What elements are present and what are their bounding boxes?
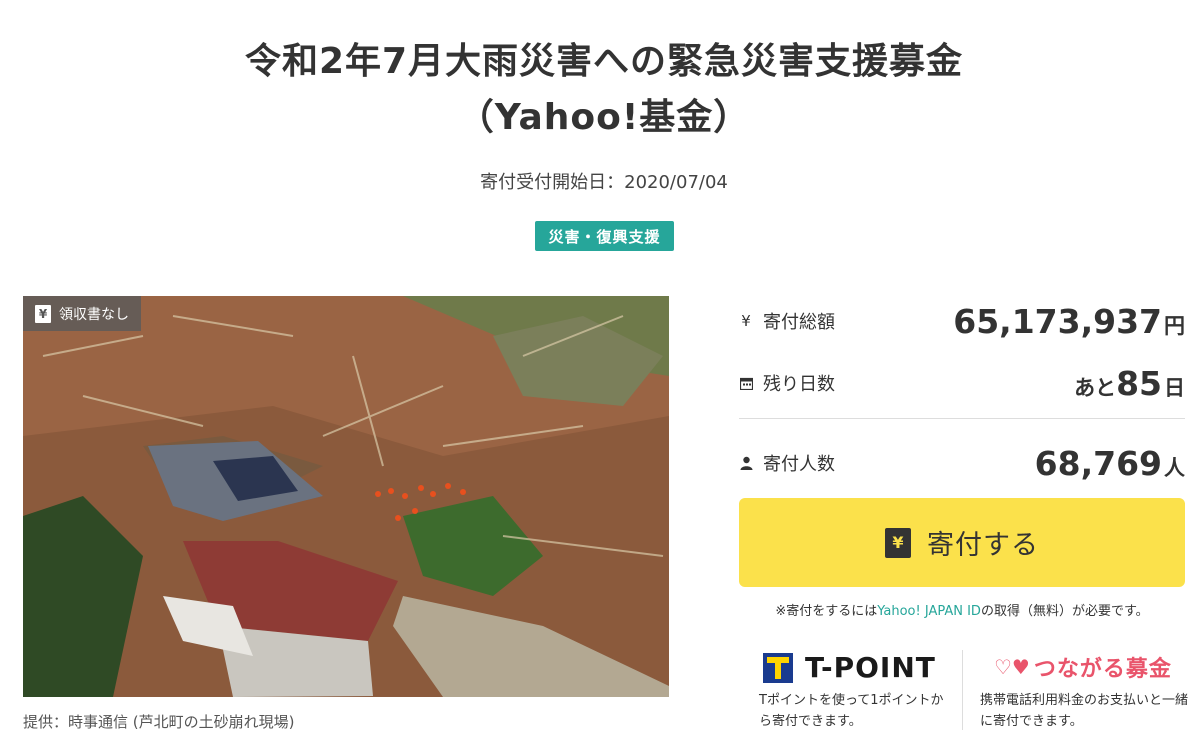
id-note-prefix: ※寄付をするには (775, 604, 878, 619)
person-icon (739, 456, 753, 470)
yen-icon: ¥ (741, 312, 751, 330)
tpoint-description: Tポイントを使って1ポイントから寄付できます。 (759, 693, 944, 729)
stats-divider (739, 418, 1185, 419)
category-badge[interactable]: 災害・復興支援 (535, 221, 674, 251)
donate-icon: ¥ (885, 527, 911, 558)
remaining-days-unit: 日 (1164, 375, 1185, 400)
donor-count-row: 寄付人数 68,769 人 (739, 443, 1185, 483)
disaster-photo (23, 296, 669, 697)
page-title: 令和2年7月大雨災害への緊急災害支援募金 （Yahoo!基金） (0, 34, 1200, 146)
tsunagaru-logo-link[interactable]: ♡♥ つながる募金 (994, 651, 1172, 683)
tsunagaru-description: 携帯電話利用料金のお支払いと一緒に寄付できます。 (980, 693, 1189, 729)
tpoint-icon (763, 652, 793, 683)
receipt-icon: ¥ (35, 304, 51, 323)
total-amount-row: ¥ 寄付総額 65,173,937 円 (739, 301, 1185, 341)
donor-count-value: 68,769 (1034, 443, 1162, 483)
id-note-suffix: の取得（無料）が必要です。 (980, 604, 1149, 619)
donor-count-unit: 人 (1164, 455, 1185, 480)
remaining-days-label: 残り日数 (763, 374, 835, 395)
donate-label: 寄付する (927, 530, 1039, 561)
no-receipt-tag: ¥ 領収書なし (23, 296, 141, 331)
photo-credit: 提供：時事通信 (芦北町の土砂崩れ現場) (23, 713, 295, 731)
remaining-days-prefix: あと (1074, 375, 1117, 400)
total-amount-unit: 円 (1164, 313, 1185, 338)
yahoo-id-note: ※寄付をするにはYahoo! JAPAN IDの取得（無料）が必要です。 (739, 600, 1185, 619)
landslide-image (23, 296, 669, 697)
remaining-days-row: 残り日数 あと 85 日 (739, 363, 1185, 403)
tsunagaru-name: つながる募金 (1033, 657, 1172, 682)
payment-divider (962, 650, 963, 730)
remaining-days-value: 85 (1116, 363, 1162, 403)
no-receipt-label: 領収書なし (59, 306, 129, 323)
total-amount-label: 寄付総額 (763, 312, 835, 333)
start-date: 寄付受付開始日：2020/07/04 (480, 172, 728, 193)
yahoo-id-link[interactable]: Yahoo! JAPAN ID (877, 604, 981, 619)
tpoint-name: T-POINT (805, 651, 936, 684)
donate-button[interactable]: ¥ 寄付する (739, 498, 1185, 587)
donor-count-label: 寄付人数 (763, 454, 835, 475)
calendar-icon (739, 377, 753, 390)
title-line-1: 令和2年7月大雨災害への緊急災害支援募金 (244, 41, 964, 82)
total-amount-value: 65,173,937 (953, 301, 1162, 341)
heart-icon: ♡♥ (994, 655, 1030, 679)
title-line-2: （Yahoo!基金） (457, 97, 751, 138)
tpoint-logo-link[interactable]: T-POINT (763, 651, 936, 684)
